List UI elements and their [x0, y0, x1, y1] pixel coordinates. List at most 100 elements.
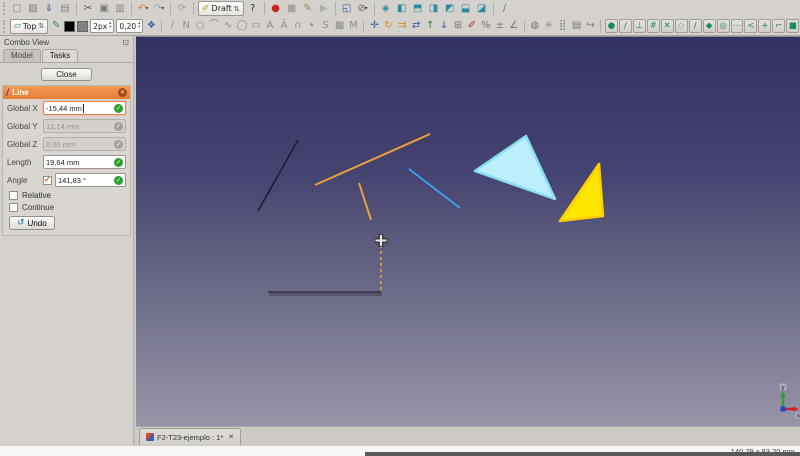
draft-wire-tool[interactable]: N — [179, 19, 193, 34]
draft-ellipse-tool[interactable]: ◯ — [235, 19, 249, 34]
draft-bezier-tool[interactable]: ∿ — [221, 19, 235, 34]
draft-arc-tool[interactable]: ⌒ — [207, 19, 221, 34]
snap-near-toggle[interactable]: ◇ — [675, 19, 688, 33]
redo-button[interactable]: ↷▾ — [151, 1, 167, 16]
draft-edit-tool[interactable]: ✐ — [465, 19, 479, 34]
relative-checkbox[interactable] — [9, 191, 18, 200]
working-plane-proxy-button[interactable]: ▤ — [570, 19, 584, 34]
view-left-button[interactable]: ◪ — [474, 1, 490, 16]
draft-trimex-tool[interactable]: ⇄ — [409, 19, 423, 34]
view-bottom-button[interactable]: ⬓ — [458, 1, 474, 16]
continue-checkbox[interactable] — [9, 203, 18, 212]
snap-intersection-toggle[interactable]: ✕ — [661, 19, 674, 33]
workbench-selector[interactable]: ✐Draft⇅ — [198, 1, 244, 16]
measure-distance-button[interactable]: ∕ — [497, 1, 513, 16]
macro-stop-icon: ■ — [287, 4, 296, 14]
paste-button[interactable]: ▥ — [112, 1, 128, 16]
snap-grid-toggle[interactable]: # — [647, 19, 660, 33]
undo-button[interactable]: ↺ Undo — [9, 216, 55, 230]
view-right-button[interactable]: ◨ — [426, 1, 442, 16]
draft-heal-tool[interactable]: ✳ — [542, 19, 556, 34]
open-file-button[interactable]: ▨ — [25, 1, 41, 16]
global-x-input[interactable]: -15,44 mm ✓ — [43, 101, 126, 115]
snap-perpendicular-toggle[interactable]: ⊥ — [633, 19, 646, 33]
undo-button[interactable]: ↶▾ — [135, 1, 151, 16]
grid-toggle-button[interactable]: ⣿ — [556, 19, 570, 34]
macro-stop-button[interactable]: ■ — [284, 1, 300, 16]
draft-offset-tool[interactable]: ⇉ — [395, 19, 409, 34]
draft-text-tool[interactable]: A — [263, 19, 277, 34]
view-top-button[interactable]: ⬒ — [410, 1, 426, 16]
draft-shapestring-tool[interactable]: M — [347, 19, 361, 34]
draft-add-point-tool[interactable]: ± — [493, 19, 507, 34]
snap-special-toggle[interactable]: ⌐ — [772, 19, 785, 33]
cut-button[interactable]: ✂ — [80, 1, 96, 16]
angle-input[interactable]: 141,83 ° ✓ — [55, 173, 126, 187]
snap-ortho-toggle[interactable]: ∕ — [689, 19, 702, 33]
snap-angle-toggle[interactable]: ◎ — [717, 19, 730, 33]
draft-style-button[interactable]: ✎ — [49, 19, 63, 34]
macro-edit-button[interactable]: ✎ — [300, 1, 316, 16]
black-line-object[interactable] — [258, 140, 298, 211]
text-scale-spinbox[interactable]: 0,20▴▾ — [116, 19, 143, 33]
print-button[interactable]: ▤ — [57, 1, 73, 16]
tab-tasks[interactable]: Tasks — [42, 49, 78, 62]
copy-button[interactable]: ▣ — [96, 1, 112, 16]
tab-model[interactable]: Model — [3, 49, 41, 62]
draft-polygon-tool[interactable]: ∩ — [291, 19, 305, 34]
snap-center-toggle[interactable]: ◆ — [703, 19, 716, 33]
line-width-spinbox[interactable]: 2px▴▾ — [90, 19, 114, 33]
draft-downgrade-tool[interactable]: ↓ — [437, 19, 451, 34]
snap-midpoint-toggle[interactable]: + — [758, 19, 771, 33]
tab-close-icon[interactable]: ✕ — [228, 433, 234, 441]
move-to-group-button[interactable]: ↪ — [584, 19, 598, 34]
fit-all-button[interactable]: ◱ — [339, 1, 355, 16]
draft-facebinder-tool[interactable]: ▩ — [333, 19, 347, 34]
autogroup-button[interactable]: ❖ — [144, 19, 158, 34]
snap-extension-toggle[interactable]: ⋯ — [731, 19, 744, 33]
task-close-icon[interactable]: ✕ — [118, 88, 127, 97]
yellow-triangle-object[interactable] — [560, 164, 603, 221]
toolbar-grip — [3, 2, 6, 15]
draft-dimension-tool[interactable]: Ä — [277, 19, 291, 34]
face-color-swatch[interactable] — [77, 21, 88, 32]
new-file-button[interactable]: ▢ — [9, 1, 25, 16]
save-button[interactable]: ⇓ — [41, 1, 57, 16]
macro-record-button[interactable]: ● — [268, 1, 284, 16]
draft-rectangle-tool[interactable]: ▭ — [249, 19, 263, 34]
draft-bspline-tool[interactable]: S — [319, 19, 333, 34]
whats-this-button[interactable]: ? — [245, 1, 261, 16]
draft-point-tool[interactable]: • — [305, 19, 319, 34]
draft-move-tool[interactable]: ✛ — [367, 19, 381, 34]
working-plane-selector[interactable]: ▱Top⇅ — [10, 19, 48, 34]
document-tab[interactable]: F2-T23-ejemplo : 1* ✕ — [139, 428, 241, 445]
draw-style-button[interactable]: ⊘▾ — [355, 1, 371, 16]
length-input[interactable]: 19,64 mm ✓ — [43, 155, 126, 169]
draft-slope-tool[interactable]: ∠ — [507, 19, 521, 34]
snap-endpoint-toggle[interactable]: ∕ — [619, 19, 632, 33]
blue-line-object[interactable] — [409, 169, 460, 208]
line-color-swatch[interactable] — [64, 21, 75, 32]
macro-play-button[interactable]: ▶ — [316, 1, 332, 16]
draft-rotate-tool[interactable]: ↻ — [381, 19, 395, 34]
view-axonometric-button[interactable]: ◈ — [378, 1, 394, 16]
float-panel-icon[interactable]: ⊡ — [122, 38, 129, 47]
snap-lock-toggle[interactable]: ● — [605, 19, 618, 33]
draft-wire-to-bspline-tool[interactable]: % — [479, 19, 493, 34]
draft-upgrade-tool[interactable]: ↑ — [423, 19, 437, 34]
draft-scale-tool[interactable]: ⊞ — [451, 19, 465, 34]
cyan-triangle-object[interactable] — [475, 136, 555, 199]
view-front-button[interactable]: ◧ — [394, 1, 410, 16]
orange-long-line-object[interactable] — [315, 134, 430, 185]
view-rear-button[interactable]: ◩ — [442, 1, 458, 16]
close-task-button[interactable]: Close — [41, 68, 91, 81]
draft-line-tool[interactable]: ∕ — [165, 19, 179, 34]
orange-short-line-object[interactable] — [359, 183, 371, 220]
snap-dimensions-toggle[interactable]: ■ — [786, 19, 799, 33]
draft-shape2dview-tool[interactable]: ◍ — [528, 19, 542, 34]
draft-circle-tool[interactable]: ○ — [193, 19, 207, 34]
3d-viewport[interactable]: y x — [136, 36, 800, 426]
snap-parallel-toggle[interactable]: < — [744, 19, 757, 33]
angle-lock-checkbox[interactable]: ✓ — [43, 176, 52, 185]
refresh-button[interactable]: ⟳ — [174, 1, 190, 16]
